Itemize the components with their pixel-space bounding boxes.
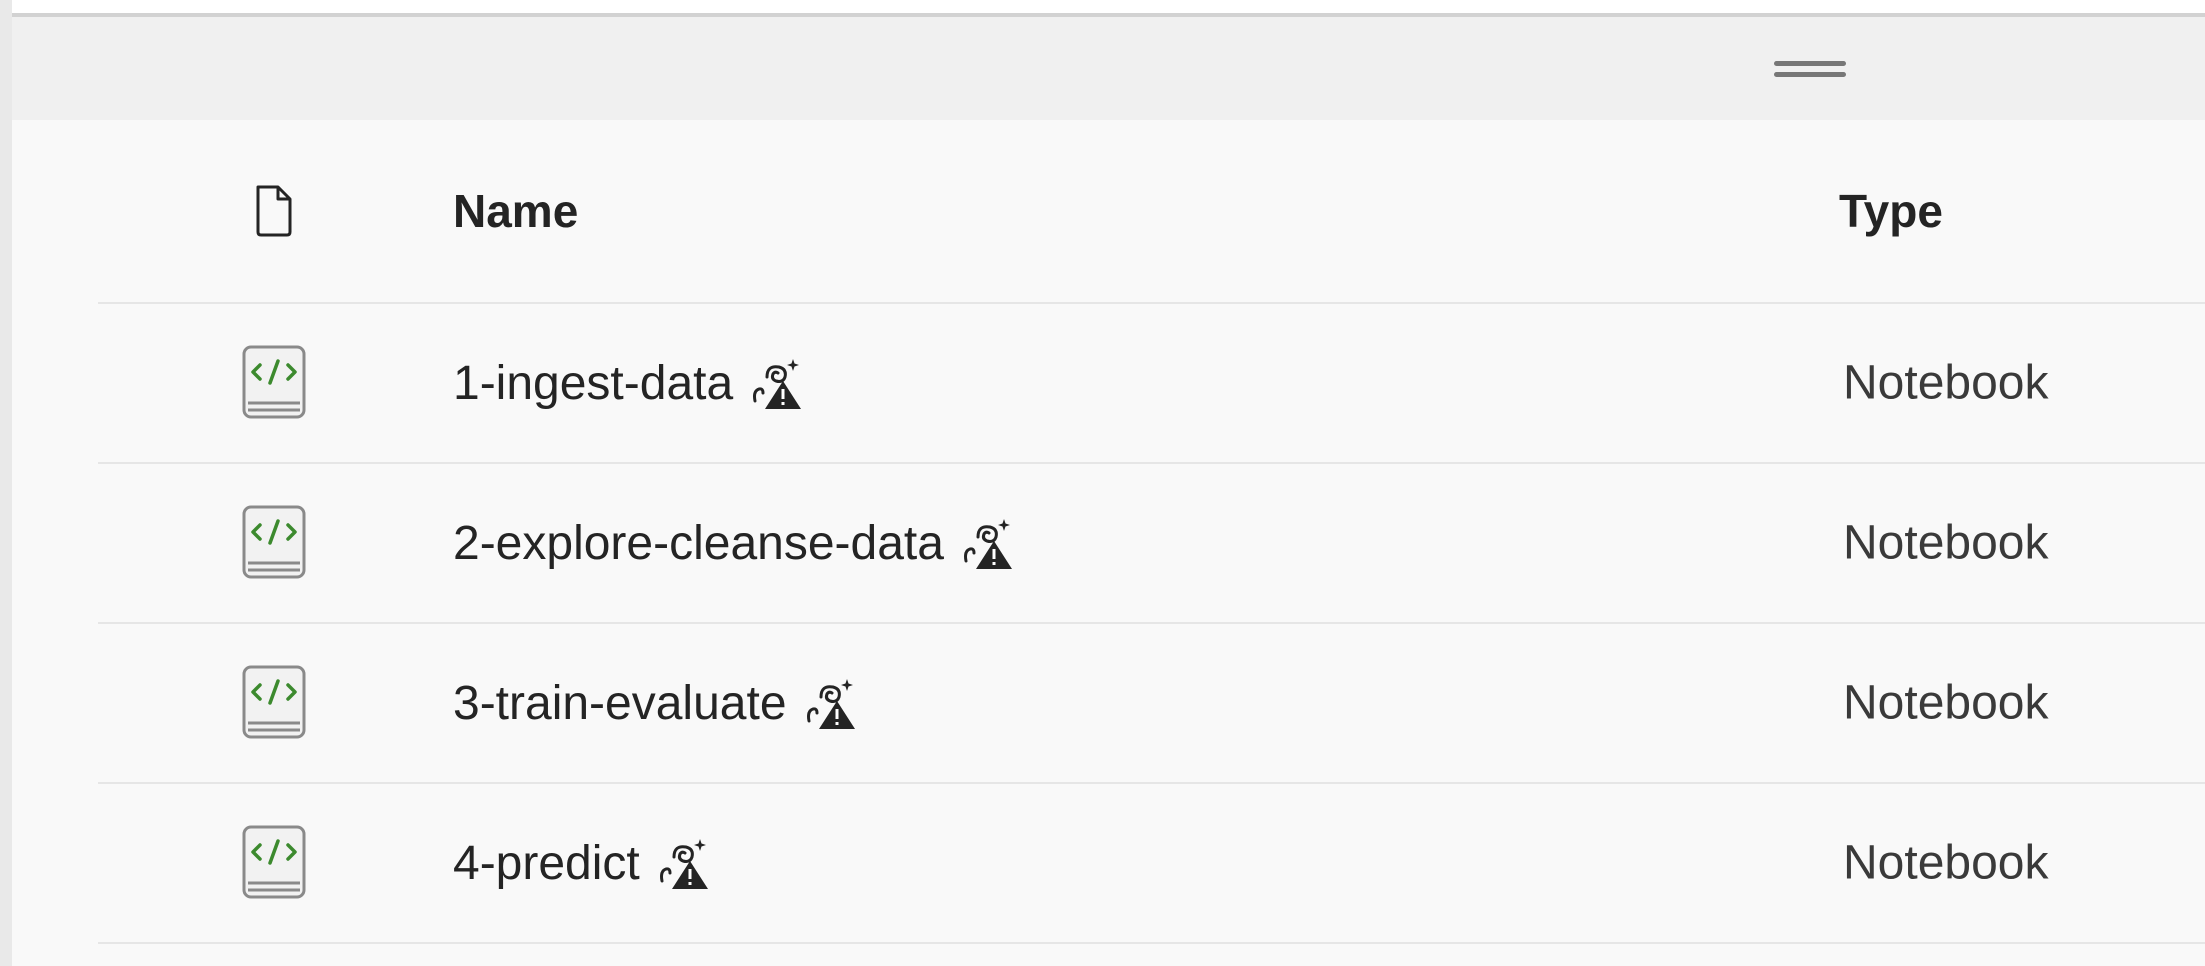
- row-type-cell: Notebook: [1843, 676, 2049, 730]
- file-icon[interactable]: [254, 184, 294, 238]
- notebook-icon: [240, 663, 308, 743]
- items-table: Name Type 1-ingest-data Notebook 2-explo…: [98, 120, 2205, 944]
- notebook-icon: [240, 343, 308, 423]
- resize-handle-line-top: [1774, 61, 1846, 66]
- row-type-cell: Notebook: [1843, 516, 2049, 570]
- table-header-row: Name Type: [98, 120, 2205, 304]
- resize-handle[interactable]: [1774, 57, 1846, 81]
- row-name-cell[interactable]: 3-train-evaluate: [453, 675, 859, 731]
- table-row[interactable]: 2-explore-cleanse-data Notebook: [98, 464, 2205, 624]
- pane-header: [12, 17, 2205, 120]
- column-header-name-label: Name: [453, 185, 579, 237]
- column-header-name[interactable]: Name: [453, 184, 578, 238]
- files-pane: Name Type 1-ingest-data Notebook 2-explo…: [12, 0, 2205, 966]
- ml-warning-icon: [656, 835, 712, 891]
- row-type-cell: Notebook: [1843, 356, 2049, 410]
- table-row[interactable]: 3-train-evaluate Notebook: [98, 624, 2205, 784]
- notebook-icon: [240, 823, 308, 903]
- row-name-cell[interactable]: 2-explore-cleanse-data: [453, 515, 1016, 571]
- ml-warning-icon: [749, 355, 805, 411]
- pane-top-border: [12, 0, 2205, 17]
- ml-warning-icon: [803, 675, 859, 731]
- row-name-cell[interactable]: 1-ingest-data: [453, 355, 805, 411]
- item-name-link[interactable]: 4-predict: [453, 836, 640, 891]
- ml-warning-icon: [960, 515, 1016, 571]
- table-row[interactable]: 4-predict Notebook: [98, 784, 2205, 944]
- item-name-link[interactable]: 1-ingest-data: [453, 356, 733, 411]
- notebook-icon: [240, 503, 308, 583]
- item-name-link[interactable]: 2-explore-cleanse-data: [453, 516, 944, 571]
- column-header-type-label: Type: [1839, 185, 1943, 237]
- row-type-cell: Notebook: [1843, 836, 2049, 890]
- resize-handle-line-bottom: [1774, 72, 1846, 77]
- row-name-cell[interactable]: 4-predict: [453, 835, 712, 891]
- table-row[interactable]: 1-ingest-data Notebook: [98, 304, 2205, 464]
- item-name-link[interactable]: 3-train-evaluate: [453, 676, 787, 731]
- column-header-type[interactable]: Type: [1839, 184, 1943, 238]
